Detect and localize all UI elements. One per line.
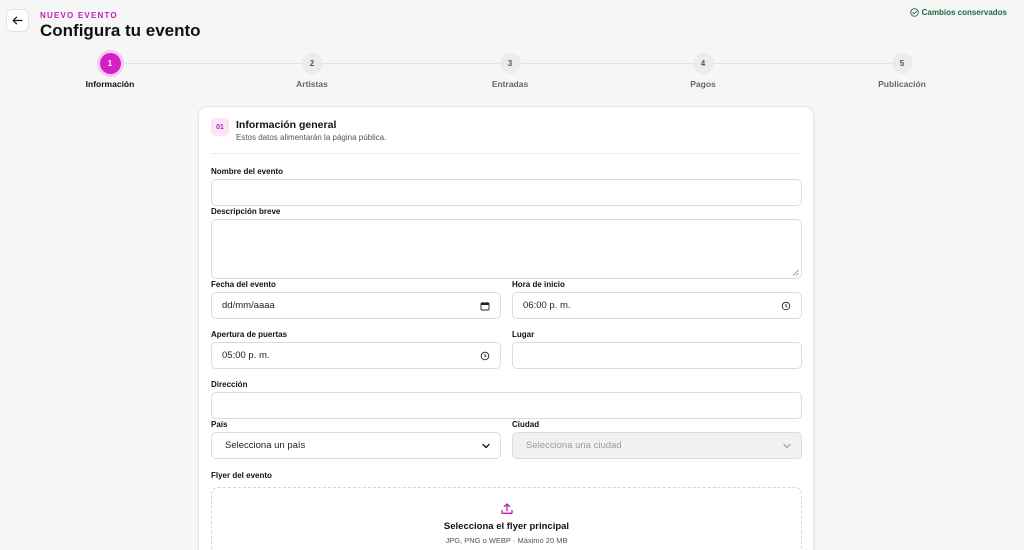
doors-open-label: Apertura de puertas xyxy=(211,330,288,339)
step-label: Pagos xyxy=(690,79,716,89)
upload-icon xyxy=(501,503,513,514)
country-label: País xyxy=(211,420,228,429)
address-input[interactable] xyxy=(211,392,802,419)
form-card: 01 Información general Estos datos alime… xyxy=(198,106,814,550)
step-label: Información xyxy=(85,79,135,89)
city-value: Selecciona una ciudad xyxy=(526,440,622,451)
step-number: 5 xyxy=(891,53,913,74)
flyer-dropzone[interactable]: Selecciona el flyer principal JPG, PNG o… xyxy=(211,487,802,550)
description-label: Descripción breve xyxy=(211,207,281,216)
step-number: 2 xyxy=(301,53,323,74)
chevron-down-icon xyxy=(482,443,490,448)
check-circle-icon xyxy=(909,8,919,17)
page-eyebrow: NUEVO EVENTO xyxy=(40,11,118,20)
event-name-input[interactable] xyxy=(211,179,802,206)
step-label: Publicación xyxy=(878,79,926,89)
resize-grip-icon[interactable] xyxy=(792,269,799,276)
address-label: Dirección xyxy=(211,380,248,389)
city-select[interactable]: Selecciona una ciudad xyxy=(512,432,802,459)
event-date-value: dd/mm/aaaa xyxy=(222,300,275,311)
step-entradas[interactable]: 3 Entradas xyxy=(460,53,560,89)
venue-input[interactable] xyxy=(512,342,802,369)
page: NUEVO EVENTO Configura tu evento Cambios… xyxy=(0,0,1024,550)
doors-open-input[interactable]: 05:00 p. m. xyxy=(211,342,501,369)
flyer-label: Flyer del evento xyxy=(211,471,272,480)
step-label: Artistas xyxy=(296,79,328,89)
section-number-badge: 01 xyxy=(211,118,229,136)
country-select[interactable]: Selecciona un país xyxy=(211,432,501,459)
event-date-input[interactable]: dd/mm/aaaa xyxy=(211,292,501,319)
step-label: Entradas xyxy=(491,79,529,89)
step-informacion[interactable]: 1 Información xyxy=(60,53,160,89)
saved-status: Cambios conservados xyxy=(909,8,1007,17)
step-number: 1 xyxy=(99,53,121,74)
start-time-value: 06:00 p. m. xyxy=(523,300,571,311)
section-subtitle: Estos datos alimentarán la página públic… xyxy=(236,133,387,142)
back-button[interactable] xyxy=(6,9,29,32)
step-publicacion[interactable]: 5 Publicación xyxy=(852,53,952,89)
saved-status-text: Cambios conservados xyxy=(921,8,1007,17)
calendar-icon[interactable] xyxy=(480,301,490,311)
arrow-left-icon xyxy=(12,16,23,25)
chevron-down-icon xyxy=(783,443,791,448)
section-title: Información general xyxy=(236,119,337,131)
step-artistas[interactable]: 2 Artistas xyxy=(262,53,362,89)
step-pagos[interactable]: 4 Pagos xyxy=(653,53,753,89)
section-header: 01 Información general Estos datos alime… xyxy=(211,118,801,154)
flyer-dropzone-title: Selecciona el flyer principal xyxy=(443,521,570,532)
page-title: Configura tu evento xyxy=(40,21,201,40)
event-name-label: Nombre del evento xyxy=(211,167,284,176)
clock-icon[interactable] xyxy=(480,351,490,361)
start-time-label: Hora de inicio xyxy=(512,280,565,289)
step-number: 4 xyxy=(692,53,714,74)
flyer-dropzone-hint: JPG, PNG o WEBP · Máximo 20 MB xyxy=(445,536,568,545)
stepper: 1 Información 2 Artistas 3 Entradas 4 Pa… xyxy=(0,53,1024,93)
event-date-label: Fecha del evento xyxy=(211,280,276,289)
city-label: Ciudad xyxy=(512,420,540,429)
doors-open-value: 05:00 p. m. xyxy=(222,350,270,361)
step-number: 3 xyxy=(499,53,521,74)
venue-label: Lugar xyxy=(512,330,535,339)
description-textarea[interactable] xyxy=(211,219,802,279)
clock-icon[interactable] xyxy=(781,301,791,311)
country-value: Selecciona un país xyxy=(225,440,306,451)
start-time-input[interactable]: 06:00 p. m. xyxy=(512,292,802,319)
